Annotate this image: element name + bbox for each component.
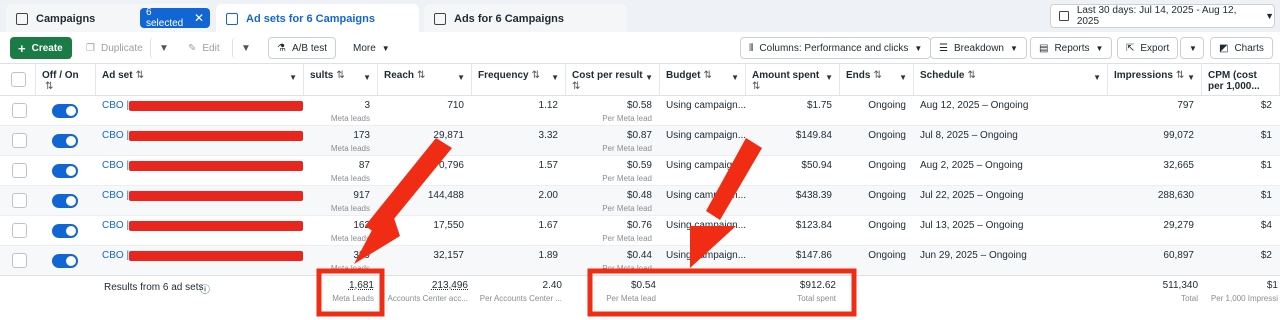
arrow-right-shaft (706, 138, 762, 220)
highlight-box-spent (587, 268, 857, 317)
annotation-overlay (316, 138, 857, 317)
arrow-right-head (690, 226, 736, 268)
highlight-box-results (316, 268, 385, 317)
